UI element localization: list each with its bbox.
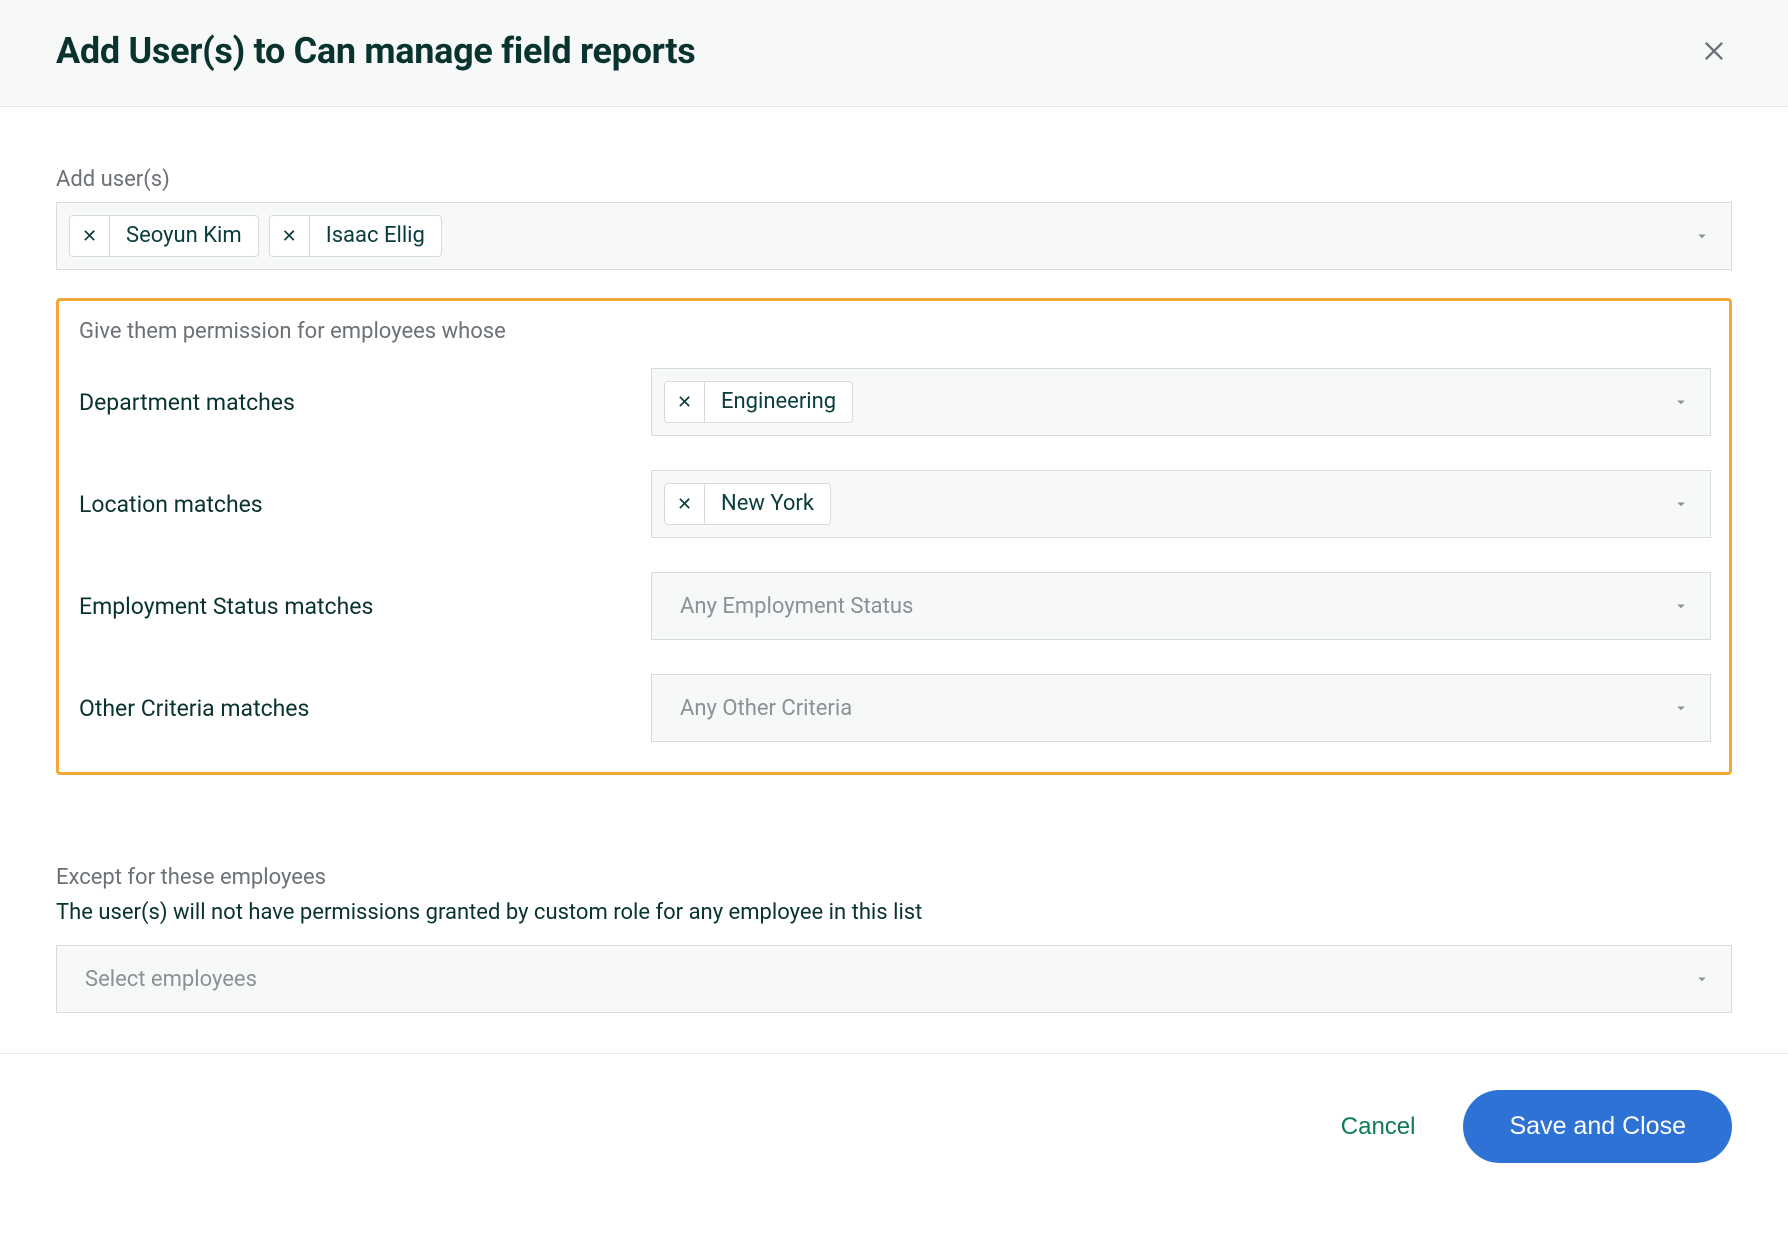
except-description: The user(s) will not have permissions gr… — [56, 900, 1732, 925]
except-employees-select[interactable]: Select employees — [56, 945, 1732, 1013]
criteria-label: Other Criteria matches — [77, 695, 651, 722]
chip-label: Isaac Ellig — [310, 216, 441, 256]
chip-label: New York — [705, 484, 830, 524]
criteria-label: Department matches — [77, 389, 651, 416]
permissions-criteria-block: Give them permission for employees whose… — [56, 298, 1732, 775]
chip-label: Seoyun Kim — [110, 216, 258, 256]
add-users-modal: Add User(s) to Can manage field reports … — [0, 0, 1788, 1163]
chevron-down-icon — [1672, 495, 1690, 513]
add-users-multiselect[interactable]: ✕ Seoyun Kim ✕ Isaac Ellig — [56, 202, 1732, 270]
chevron-down-icon — [1672, 699, 1690, 717]
modal-footer: Cancel Save and Close — [0, 1053, 1788, 1163]
chevron-down-icon — [1693, 970, 1711, 988]
location-chip: ✕ New York — [664, 483, 831, 525]
location-multiselect[interactable]: ✕ New York — [651, 470, 1711, 538]
criteria-row-department: Department matches ✕ Engineering — [77, 368, 1711, 436]
chevron-down-icon — [1672, 597, 1690, 615]
select-placeholder: Any Other Criteria — [672, 696, 852, 721]
chevron-down-icon — [1672, 393, 1690, 411]
select-placeholder: Any Employment Status — [672, 594, 913, 619]
save-and-close-button[interactable]: Save and Close — [1463, 1090, 1732, 1163]
department-multiselect[interactable]: ✕ Engineering — [651, 368, 1711, 436]
permissions-intro: Give them permission for employees whose — [79, 319, 1711, 344]
close-button[interactable] — [1696, 33, 1732, 69]
remove-chip-icon[interactable]: ✕ — [665, 382, 705, 422]
employment-status-select[interactable]: Any Employment Status — [651, 572, 1711, 640]
user-chip: ✕ Seoyun Kim — [69, 215, 259, 257]
cancel-button[interactable]: Cancel — [1321, 1099, 1436, 1155]
criteria-label: Employment Status matches — [77, 593, 651, 620]
except-section: Except for these employees The user(s) w… — [56, 865, 1732, 1013]
department-chip: ✕ Engineering — [664, 381, 853, 423]
add-users-label: Add user(s) — [56, 167, 1732, 192]
user-chip: ✕ Isaac Ellig — [269, 215, 442, 257]
chip-label: Engineering — [705, 382, 852, 422]
chevron-down-icon — [1693, 227, 1711, 245]
modal-title: Add User(s) to Can manage field reports — [56, 30, 695, 72]
remove-chip-icon[interactable]: ✕ — [70, 216, 110, 256]
select-placeholder: Select employees — [77, 967, 257, 992]
criteria-label: Location matches — [77, 491, 651, 518]
criteria-row-location: Location matches ✕ New York — [77, 470, 1711, 538]
remove-chip-icon[interactable]: ✕ — [270, 216, 310, 256]
remove-chip-icon[interactable]: ✕ — [665, 484, 705, 524]
criteria-row-employment-status: Employment Status matches Any Employment… — [77, 572, 1711, 640]
other-criteria-select[interactable]: Any Other Criteria — [651, 674, 1711, 742]
except-label: Except for these employees — [56, 865, 1732, 890]
close-icon — [1700, 37, 1728, 65]
criteria-row-other-criteria: Other Criteria matches Any Other Criteri… — [77, 674, 1711, 742]
modal-header: Add User(s) to Can manage field reports — [0, 0, 1788, 107]
